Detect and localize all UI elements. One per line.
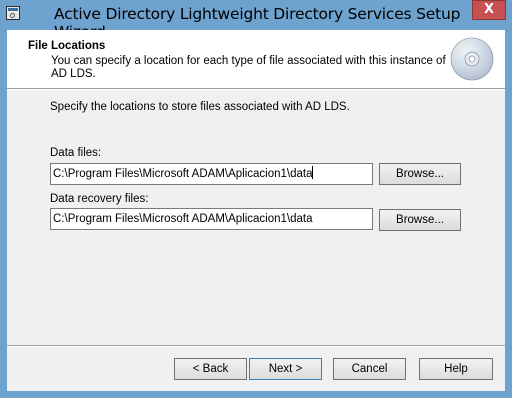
data-files-input[interactable]: C:\Program Files\Microsoft ADAM\Aplicaci… xyxy=(50,163,373,185)
page-title: File Locations xyxy=(28,40,106,52)
page-description: You can specify a location for each type… xyxy=(51,55,446,80)
data-files-label: Data files: xyxy=(50,147,102,159)
header-divider-highlight xyxy=(7,89,505,90)
text-caret xyxy=(312,166,314,179)
ad-lds-setup-icon[interactable] xyxy=(6,6,20,20)
intro-text: Specify the locations to store files ass… xyxy=(50,101,350,113)
next-button[interactable]: Next > xyxy=(249,358,322,380)
cd-disc-icon xyxy=(450,37,494,81)
data-recovery-files-label: Data recovery files: xyxy=(50,193,149,205)
data-files-value: C:\Program Files\Microsoft ADAM\Aplicaci… xyxy=(53,168,313,180)
data-recovery-files-input[interactable]: C:\Program Files\Microsoft ADAM\Aplicaci… xyxy=(50,208,373,230)
data-recovery-files-browse-button[interactable]: Browse... xyxy=(379,209,461,231)
data-files-browse-button[interactable]: Browse... xyxy=(379,163,461,185)
help-button[interactable]: Help xyxy=(419,358,493,380)
close-button[interactable]: X xyxy=(472,0,506,20)
title-bar: Active Directory Lightweight Directory S… xyxy=(0,0,512,41)
wizard-header: File Locations You can specify a locatio… xyxy=(7,30,505,88)
cancel-button[interactable]: Cancel xyxy=(333,358,406,380)
setup-wizard-window: Active Directory Lightweight Directory S… xyxy=(0,0,512,398)
back-button[interactable]: < Back xyxy=(174,358,247,380)
wizard-client-area: File Locations You can specify a locatio… xyxy=(7,30,505,391)
footer-divider-highlight xyxy=(7,346,505,347)
